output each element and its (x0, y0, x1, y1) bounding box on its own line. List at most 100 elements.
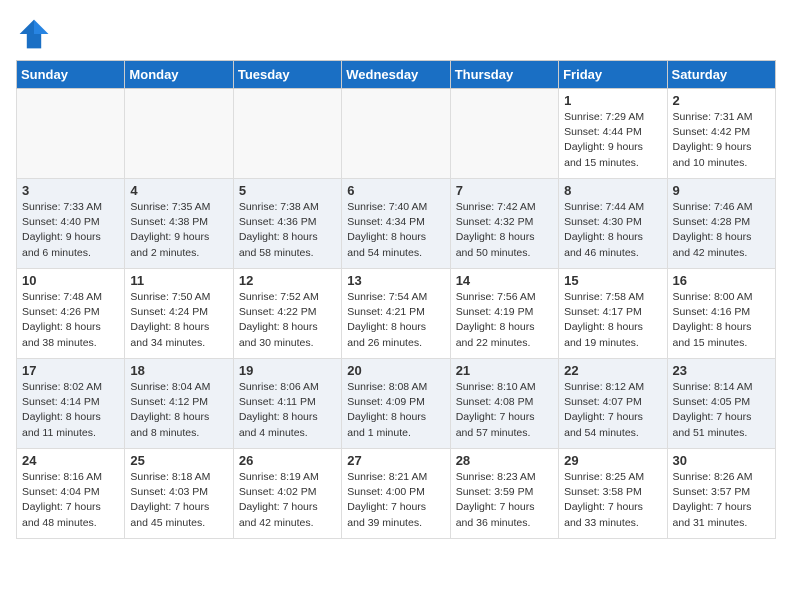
day-cell: 6 Sunrise: 7:40 AM Sunset: 4:34 PM Daylig… (342, 179, 450, 269)
day-info: Sunrise: 7:29 AM Sunset: 4:44 PM Dayligh… (564, 110, 661, 171)
week-row-1: 3 Sunrise: 7:33 AM Sunset: 4:40 PM Daylig… (17, 179, 776, 269)
day-cell: 13Sunrise: 7:54 AM Sunset: 4:21 PM Dayli… (342, 269, 450, 359)
day-number: 19 (239, 363, 336, 378)
day-cell: 25 Sunrise: 8:18 AM Sunset: 4:03 PM Dayli… (125, 449, 233, 539)
day-number: 15 (564, 273, 661, 288)
day-number: 26 (239, 453, 336, 468)
day-info: Sunrise: 8:26 AM Sunset: 3:57 PM Dayligh… (673, 470, 770, 531)
weekday-sunday: Sunday (17, 61, 125, 89)
day-cell (233, 89, 341, 179)
day-cell: 30Sunrise: 8:26 AM Sunset: 3:57 PM Dayli… (667, 449, 775, 539)
day-info: Sunrise: 8:19 AM Sunset: 4:02 PM Dayligh… (239, 470, 336, 531)
logo-icon (16, 16, 52, 52)
day-cell: 28 Sunrise: 8:23 AM Sunset: 3:59 PM Dayli… (450, 449, 558, 539)
day-cell: 9 Sunrise: 7:46 AM Sunset: 4:28 PM Daylig… (667, 179, 775, 269)
day-number: 16 (673, 273, 770, 288)
day-cell: 7 Sunrise: 7:42 AM Sunset: 4:32 PM Daylig… (450, 179, 558, 269)
weekday-wednesday: Wednesday (342, 61, 450, 89)
day-number: 2 (673, 93, 770, 108)
day-cell: 15Sunrise: 7:58 AM Sunset: 4:17 PM Dayli… (559, 269, 667, 359)
day-number: 20 (347, 363, 444, 378)
day-info: Sunrise: 8:02 AM Sunset: 4:14 PM Dayligh… (22, 380, 119, 441)
day-info: Sunrise: 8:18 AM Sunset: 4:03 PM Dayligh… (130, 470, 227, 531)
day-info: Sunrise: 8:14 AM Sunset: 4:05 PM Dayligh… (673, 380, 770, 441)
day-info: Sunrise: 8:00 AM Sunset: 4:16 PM Dayligh… (673, 290, 770, 351)
week-row-0: 1 Sunrise: 7:29 AM Sunset: 4:44 PM Daylig… (17, 89, 776, 179)
day-cell: 14Sunrise: 7:56 AM Sunset: 4:19 PM Dayli… (450, 269, 558, 359)
day-number: 25 (130, 453, 227, 468)
weekday-tuesday: Tuesday (233, 61, 341, 89)
day-cell: 16 Sunrise: 8:00 AM Sunset: 4:16 PM Dayli… (667, 269, 775, 359)
day-number: 23 (673, 363, 770, 378)
day-info: Sunrise: 7:31 AM Sunset: 4:42 PM Dayligh… (673, 110, 770, 171)
day-number: 8 (564, 183, 661, 198)
day-info: Sunrise: 7:42 AM Sunset: 4:32 PM Dayligh… (456, 200, 553, 261)
day-info: Sunrise: 8:16 AM Sunset: 4:04 PM Dayligh… (22, 470, 119, 531)
day-number: 11 (130, 273, 227, 288)
day-number: 27 (347, 453, 444, 468)
week-row-3: 17 Sunrise: 8:02 AM Sunset: 4:14 PM Dayli… (17, 359, 776, 449)
day-cell: 27 Sunrise: 8:21 AM Sunset: 4:00 PM Dayli… (342, 449, 450, 539)
day-cell: 29Sunrise: 8:25 AM Sunset: 3:58 PM Dayli… (559, 449, 667, 539)
day-number: 28 (456, 453, 553, 468)
weekday-friday: Friday (559, 61, 667, 89)
day-info: Sunrise: 8:21 AM Sunset: 4:00 PM Dayligh… (347, 470, 444, 531)
day-cell: 5Sunrise: 7:38 AM Sunset: 4:36 PM Daylig… (233, 179, 341, 269)
day-cell: 22Sunrise: 8:12 AM Sunset: 4:07 PM Dayli… (559, 359, 667, 449)
day-number: 6 (347, 183, 444, 198)
weekday-saturday: Saturday (667, 61, 775, 89)
day-number: 3 (22, 183, 119, 198)
day-cell: 17 Sunrise: 8:02 AM Sunset: 4:14 PM Dayli… (17, 359, 125, 449)
day-number: 5 (239, 183, 336, 198)
day-info: Sunrise: 8:06 AM Sunset: 4:11 PM Dayligh… (239, 380, 336, 441)
day-info: Sunrise: 7:48 AM Sunset: 4:26 PM Dayligh… (22, 290, 119, 351)
day-info: Sunrise: 7:33 AM Sunset: 4:40 PM Dayligh… (22, 200, 119, 261)
day-cell (450, 89, 558, 179)
day-info: Sunrise: 8:23 AM Sunset: 3:59 PM Dayligh… (456, 470, 553, 531)
day-cell: 1 Sunrise: 7:29 AM Sunset: 4:44 PM Daylig… (559, 89, 667, 179)
day-cell: 3 Sunrise: 7:33 AM Sunset: 4:40 PM Daylig… (17, 179, 125, 269)
day-cell (342, 89, 450, 179)
day-info: Sunrise: 7:40 AM Sunset: 4:34 PM Dayligh… (347, 200, 444, 261)
day-cell: 8 Sunrise: 7:44 AM Sunset: 4:30 PM Daylig… (559, 179, 667, 269)
day-number: 14 (456, 273, 553, 288)
day-cell: 26 Sunrise: 8:19 AM Sunset: 4:02 PM Dayli… (233, 449, 341, 539)
day-info: Sunrise: 8:08 AM Sunset: 4:09 PM Dayligh… (347, 380, 444, 441)
week-row-4: 24 Sunrise: 8:16 AM Sunset: 4:04 PM Dayli… (17, 449, 776, 539)
day-number: 4 (130, 183, 227, 198)
day-cell: 19 Sunrise: 8:06 AM Sunset: 4:11 PM Dayli… (233, 359, 341, 449)
day-info: Sunrise: 8:04 AM Sunset: 4:12 PM Dayligh… (130, 380, 227, 441)
day-number: 18 (130, 363, 227, 378)
logo (16, 16, 56, 52)
day-cell: 11 Sunrise: 7:50 AM Sunset: 4:24 PM Dayli… (125, 269, 233, 359)
day-number: 17 (22, 363, 119, 378)
day-cell (125, 89, 233, 179)
day-number: 21 (456, 363, 553, 378)
day-info: Sunrise: 7:54 AM Sunset: 4:21 PM Dayligh… (347, 290, 444, 351)
day-info: Sunrise: 7:46 AM Sunset: 4:28 PM Dayligh… (673, 200, 770, 261)
day-cell: 12 Sunrise: 7:52 AM Sunset: 4:22 PM Dayli… (233, 269, 341, 359)
day-number: 29 (564, 453, 661, 468)
day-number: 1 (564, 93, 661, 108)
day-info: Sunrise: 8:12 AM Sunset: 4:07 PM Dayligh… (564, 380, 661, 441)
day-cell: 24 Sunrise: 8:16 AM Sunset: 4:04 PM Dayli… (17, 449, 125, 539)
day-info: Sunrise: 7:44 AM Sunset: 4:30 PM Dayligh… (564, 200, 661, 261)
weekday-thursday: Thursday (450, 61, 558, 89)
day-info: Sunrise: 7:50 AM Sunset: 4:24 PM Dayligh… (130, 290, 227, 351)
day-cell (17, 89, 125, 179)
day-number: 12 (239, 273, 336, 288)
day-cell: 20 Sunrise: 8:08 AM Sunset: 4:09 PM Dayli… (342, 359, 450, 449)
day-cell: 10 Sunrise: 7:48 AM Sunset: 4:26 PM Dayli… (17, 269, 125, 359)
day-number: 9 (673, 183, 770, 198)
day-number: 7 (456, 183, 553, 198)
day-cell: 2 Sunrise: 7:31 AM Sunset: 4:42 PM Daylig… (667, 89, 775, 179)
weekday-monday: Monday (125, 61, 233, 89)
day-cell: 4Sunrise: 7:35 AM Sunset: 4:38 PM Daylig… (125, 179, 233, 269)
day-cell: 23 Sunrise: 8:14 AM Sunset: 4:05 PM Dayli… (667, 359, 775, 449)
calendar: SundayMondayTuesdayWednesdayThursdayFrid… (16, 60, 776, 539)
day-cell: 21 Sunrise: 8:10 AM Sunset: 4:08 PM Dayli… (450, 359, 558, 449)
day-info: Sunrise: 8:10 AM Sunset: 4:08 PM Dayligh… (456, 380, 553, 441)
day-number: 10 (22, 273, 119, 288)
day-number: 24 (22, 453, 119, 468)
day-info: Sunrise: 7:52 AM Sunset: 4:22 PM Dayligh… (239, 290, 336, 351)
